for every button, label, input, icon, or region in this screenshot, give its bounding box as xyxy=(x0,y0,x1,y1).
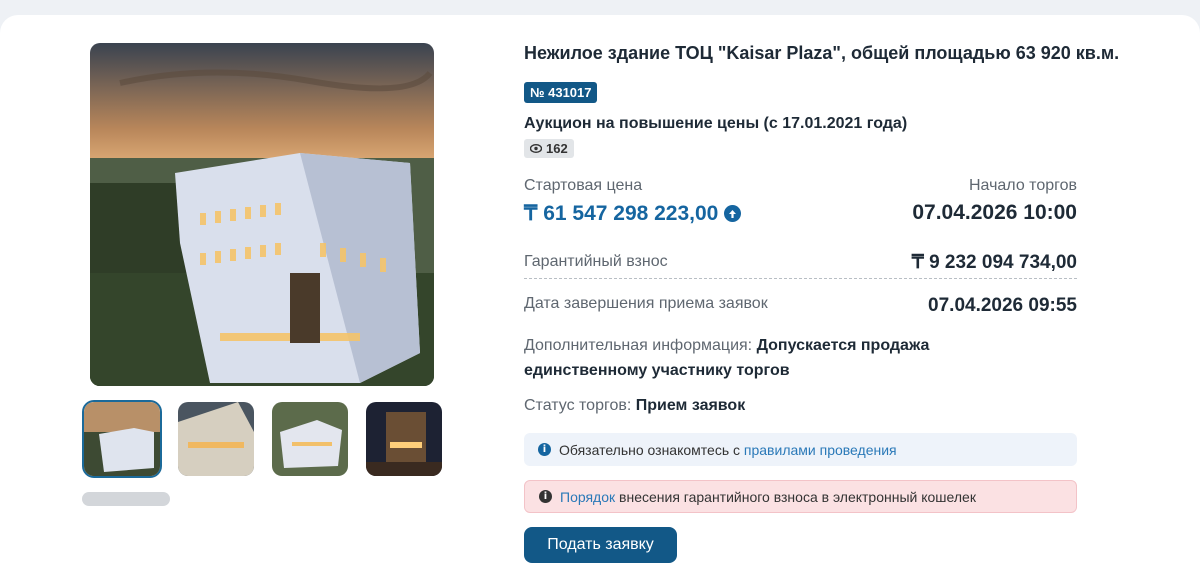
lot-card: Нежилое здание ТОЦ "Kaisar Plaza", общей… xyxy=(0,15,1200,584)
additional-info-label: Дополнительная информация: xyxy=(524,337,753,354)
start-price: ₸ 61 547 298 223,00 xyxy=(524,201,742,226)
applications-end-value: 07.04.2026 09:55 xyxy=(928,295,1077,316)
auction-start-label: Начало торгов xyxy=(968,177,1077,194)
guarantee-notice: i Порядок внесения гарантийного взноса в… xyxy=(524,480,1077,513)
applications-end-label: Дата завершения приема заявок xyxy=(524,295,768,312)
auction-start-value: 07.04.2026 10:00 xyxy=(912,201,1077,224)
lot-title: Нежилое здание ТОЦ "Kaisar Plaza", общей… xyxy=(524,43,1120,63)
main-photo[interactable] xyxy=(90,43,434,386)
thumbnail-scrollbar[interactable] xyxy=(82,492,170,506)
lot-number-badge: № 431017 xyxy=(524,82,598,103)
thumbnail-1[interactable] xyxy=(82,400,162,478)
eye-icon xyxy=(530,144,542,153)
apply-button[interactable]: Подать заявку xyxy=(524,527,677,563)
thumbnail-strip xyxy=(82,400,444,478)
guarantee-row: Гарантийный взнос ₸ 9 232 094 734,00 xyxy=(524,251,1077,279)
thumbnail-3[interactable] xyxy=(270,400,350,478)
status-value: Прием заявок xyxy=(635,397,746,414)
rules-notice: i Обязательно ознакомтесь с правилами пр… xyxy=(524,433,1077,466)
guarantee-label: Гарантийный взнос xyxy=(524,253,668,270)
guarantee-value: ₸ 9 232 094 734,00 xyxy=(911,252,1077,273)
auction-type: Аукцион на повышение цены (с 17.01.2021 … xyxy=(524,115,908,132)
thumbnail-4[interactable] xyxy=(364,400,444,478)
info-icon: i xyxy=(538,443,551,456)
views-badge: 162 xyxy=(524,139,574,158)
rules-link[interactable]: правилами проведения xyxy=(744,442,897,458)
procedure-link[interactable]: Порядок xyxy=(560,489,615,505)
info-icon: i xyxy=(539,490,552,503)
auction-status: Статус торгов: Прием заявок xyxy=(524,397,745,415)
arrow-up-circle-icon xyxy=(724,205,742,222)
start-price-label: Стартовая цена xyxy=(524,177,643,194)
thumbnail-2[interactable] xyxy=(176,400,256,478)
additional-info: Дополнительная информация: Допускается п… xyxy=(524,333,994,383)
views-count: 162 xyxy=(546,141,568,156)
guarantee-notice-text: внесения гарантийного взноса в электронн… xyxy=(619,488,976,505)
status-label: Статус торгов: xyxy=(524,397,632,414)
rules-notice-text: Обязательно ознакомтесь с xyxy=(559,441,741,458)
start-price-value: ₸ 61 547 298 223,00 xyxy=(524,202,719,225)
